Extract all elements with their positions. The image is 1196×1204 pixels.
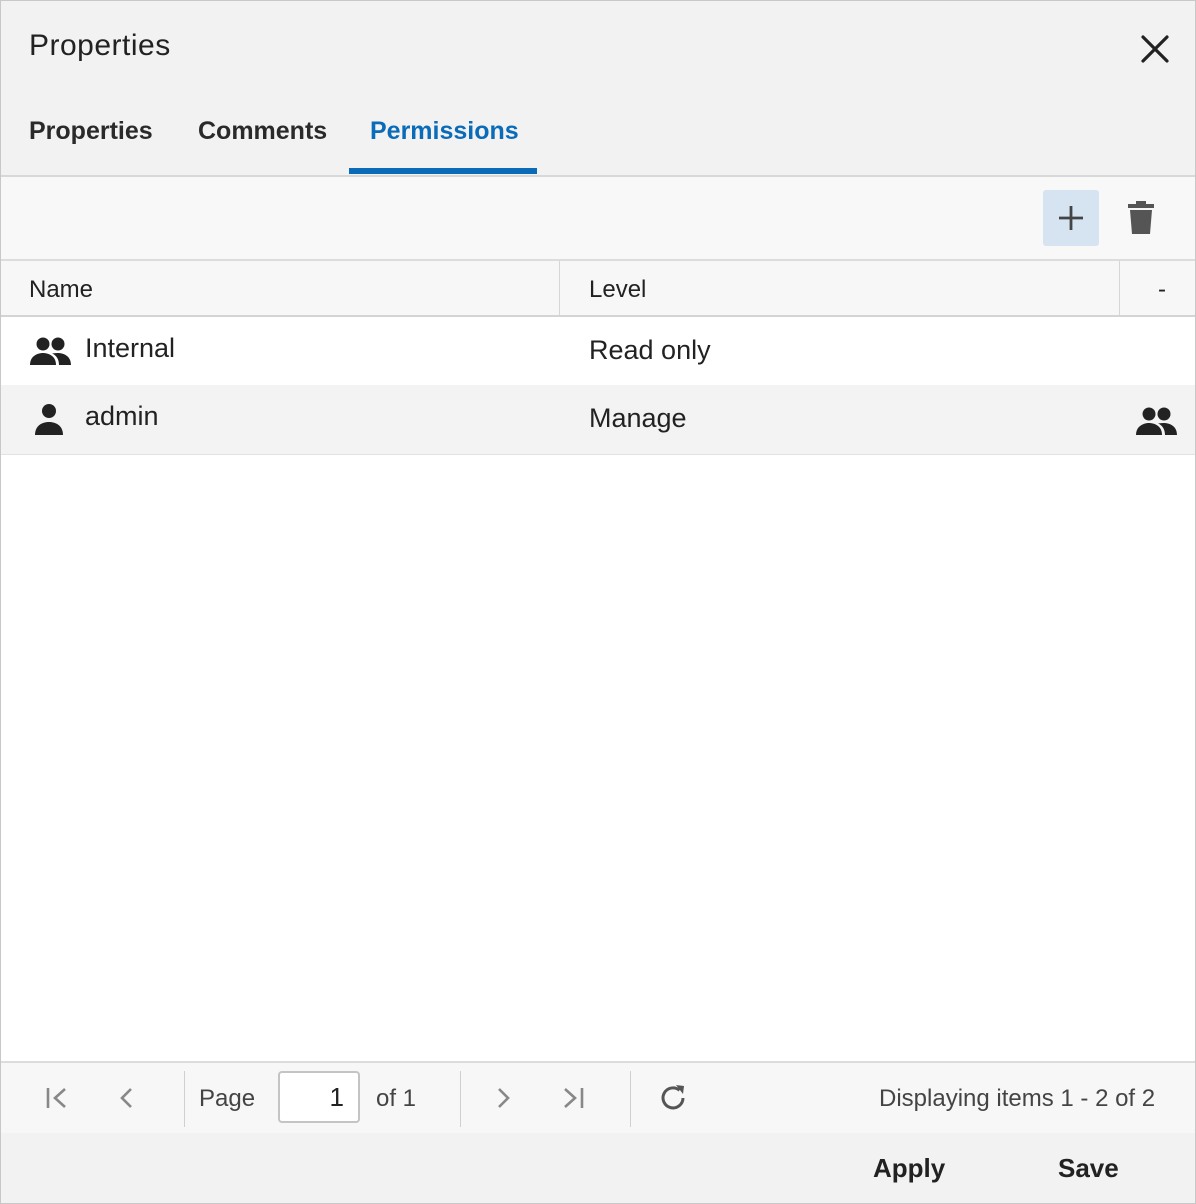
column-divider[interactable] xyxy=(1119,261,1120,315)
tab-properties[interactable]: Properties xyxy=(29,117,153,146)
previous-page-button[interactable] xyxy=(107,1079,147,1117)
page-count-label: of 1 xyxy=(376,1085,417,1112)
row-level: Manage xyxy=(589,403,687,433)
first-page-icon xyxy=(46,1088,66,1108)
row-level: Read only xyxy=(589,335,711,365)
plus-icon xyxy=(1059,206,1083,230)
paging-toolbar: Page of 1 Displaying items 1 - 2 of 2 xyxy=(1,1061,1195,1135)
close-icon xyxy=(1141,35,1169,63)
trash-icon xyxy=(1128,201,1154,234)
apply-button[interactable]: Apply xyxy=(873,1153,945,1184)
column-header-name[interactable]: Name xyxy=(29,261,93,315)
last-page-icon xyxy=(564,1088,584,1108)
paging-display-info: Displaying items 1 - 2 of 2 xyxy=(879,1085,1156,1112)
close-button[interactable] xyxy=(1137,31,1173,67)
user-icon xyxy=(35,404,63,435)
paging-separator xyxy=(184,1071,185,1127)
column-divider[interactable] xyxy=(559,261,560,315)
tab-permissions[interactable]: Permissions xyxy=(370,117,519,146)
chevron-left-icon xyxy=(120,1088,132,1108)
grid-header: Name Level - xyxy=(1,261,1195,317)
column-header-extra[interactable]: - xyxy=(1158,261,1166,315)
page-label: Page xyxy=(199,1085,256,1112)
dialog-title: Properties xyxy=(29,29,171,62)
properties-dialog: Properties Properties Comments Permissio… xyxy=(0,0,1196,1204)
dialog-footer: Apply Save xyxy=(1,1133,1195,1203)
page-number-input[interactable] xyxy=(278,1071,360,1123)
next-page-button[interactable] xyxy=(483,1079,523,1117)
refresh-icon xyxy=(661,1085,685,1110)
table-row[interactable]: admin Manage xyxy=(1,385,1195,455)
save-button[interactable]: Save xyxy=(1058,1153,1119,1184)
table-row[interactable]: Internal Read only xyxy=(1,317,1195,385)
group-icon[interactable] xyxy=(1135,405,1179,437)
paging-separator xyxy=(630,1071,631,1127)
first-page-button[interactable] xyxy=(37,1079,77,1117)
permissions-toolbar xyxy=(1,177,1195,261)
refresh-button[interactable] xyxy=(653,1079,693,1117)
last-page-button[interactable] xyxy=(553,1079,593,1117)
active-tab-indicator xyxy=(349,168,537,174)
dialog-header: Properties Properties Comments Permissio… xyxy=(1,1,1195,177)
tab-comments[interactable]: Comments xyxy=(198,117,327,146)
chevron-right-icon xyxy=(498,1088,510,1108)
paging-separator xyxy=(460,1071,461,1127)
row-name: Internal xyxy=(85,333,176,363)
row-name: admin xyxy=(85,401,159,431)
group-icon xyxy=(30,337,71,365)
column-header-level[interactable]: Level xyxy=(589,261,646,315)
delete-permission-button[interactable] xyxy=(1119,190,1163,246)
add-permission-button[interactable] xyxy=(1043,190,1099,246)
